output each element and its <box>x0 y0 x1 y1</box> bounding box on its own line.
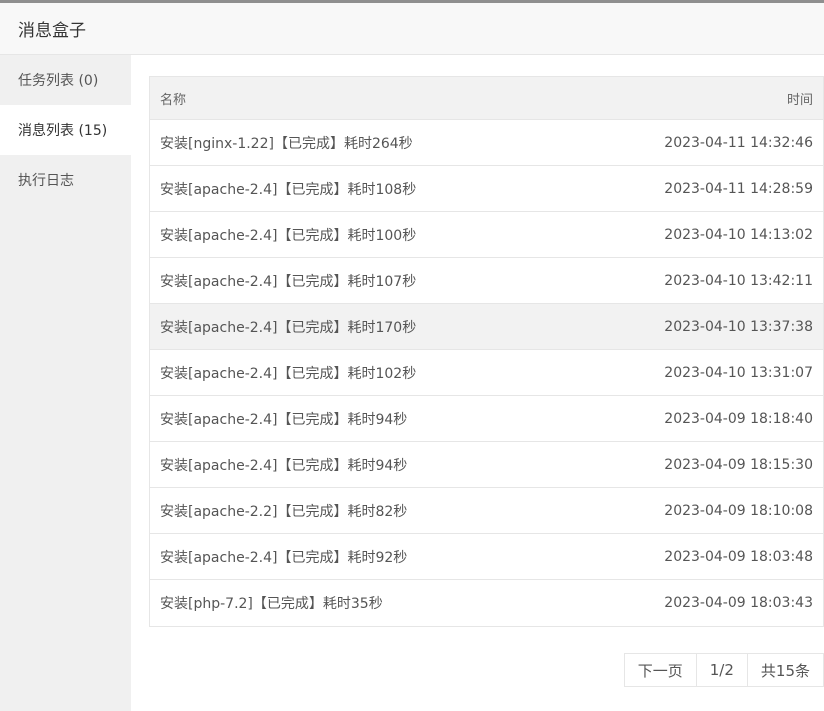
row-name: 安装[apache-2.4]【已完成】耗时170秒 <box>160 319 417 336</box>
column-header-time: 时间 <box>786 92 813 108</box>
row-time: 2023-04-09 18:18:40 <box>664 410 813 427</box>
table-row[interactable]: 安装[apache-2.4]【已完成】耗时102秒 2023-04-10 13:… <box>150 350 823 396</box>
sidebar-item-task-list[interactable]: 任务列表 (0) <box>0 55 131 105</box>
row-time: 2023-04-09 18:10:08 <box>664 502 813 519</box>
row-name: 安装[apache-2.4]【已完成】耗时92秒 <box>160 549 408 566</box>
row-time: 2023-04-09 18:15:30 <box>664 456 813 473</box>
main-panel: 名称 时间 安装[nginx-1.22]【已完成】耗时264秒 2023-04-… <box>131 55 824 711</box>
window-titlebar: 消息盒子 <box>0 3 824 55</box>
column-header-name: 名称 <box>160 92 187 108</box>
table-row[interactable]: 安装[apache-2.4]【已完成】耗时170秒 2023-04-10 13:… <box>150 304 823 350</box>
window-title: 消息盒子 <box>18 21 86 41</box>
row-time: 2023-04-11 14:32:46 <box>664 134 813 151</box>
row-name: 安装[apache-2.4]【已完成】耗时107秒 <box>160 273 417 290</box>
table-row[interactable]: 安装[apache-2.4]【已完成】耗时108秒 2023-04-11 14:… <box>150 166 823 212</box>
row-time: 2023-04-10 14:13:02 <box>664 226 813 243</box>
table-row[interactable]: 安装[apache-2.4]【已完成】耗时94秒 2023-04-09 18:1… <box>150 396 823 442</box>
page-indicator: 1/2 <box>697 654 748 686</box>
total-count: 共15条 <box>760 661 810 680</box>
table-row[interactable]: 安装[nginx-1.22]【已完成】耗时264秒 2023-04-11 14:… <box>150 120 823 166</box>
table-header: 名称 时间 <box>150 77 823 120</box>
row-time: 2023-04-11 14:28:59 <box>664 180 813 197</box>
sidebar-item-label: 执行日志 <box>18 173 74 189</box>
row-time: 2023-04-09 18:03:48 <box>664 548 813 565</box>
sidebar-item-message-list[interactable]: 消息列表 (15) <box>0 105 131 155</box>
sidebar-item-label: 消息列表 (15) <box>18 123 108 139</box>
message-table: 名称 时间 安装[nginx-1.22]【已完成】耗时264秒 2023-04-… <box>149 76 824 627</box>
table-row[interactable]: 安装[php-7.2]【已完成】耗时35秒 2023-04-09 18:03:4… <box>150 580 823 626</box>
table-row[interactable]: 安装[apache-2.4]【已完成】耗时92秒 2023-04-09 18:0… <box>150 534 823 580</box>
row-time: 2023-04-10 13:42:11 <box>664 272 813 289</box>
table-row[interactable]: 安装[apache-2.4]【已完成】耗时107秒 2023-04-10 13:… <box>150 258 823 304</box>
row-name: 安装[php-7.2]【已完成】耗时35秒 <box>160 596 383 612</box>
row-time: 2023-04-09 18:03:43 <box>664 595 813 611</box>
window-body: 任务列表 (0) 消息列表 (15) 执行日志 名称 时间 安装[nginx-1… <box>0 55 824 711</box>
row-name: 安装[apache-2.4]【已完成】耗时108秒 <box>160 181 417 198</box>
row-name: 安装[apache-2.4]【已完成】耗时102秒 <box>160 365 417 382</box>
sidebar-item-label: 任务列表 (0) <box>18 73 99 89</box>
next-page-button[interactable]: 下一页 <box>625 654 697 686</box>
message-box-window: 消息盒子 任务列表 (0) 消息列表 (15) 执行日志 名称 时间 安装[ng… <box>0 0 824 711</box>
row-time: 2023-04-10 13:31:07 <box>664 364 813 381</box>
row-name: 安装[apache-2.4]【已完成】耗时100秒 <box>160 227 417 244</box>
row-name: 安装[apache-2.2]【已完成】耗时82秒 <box>160 503 408 520</box>
table-row[interactable]: 安装[apache-2.2]【已完成】耗时82秒 2023-04-09 18:1… <box>150 488 823 534</box>
row-name: 安装[nginx-1.22]【已完成】耗时264秒 <box>160 135 413 152</box>
sidebar-item-execution-log[interactable]: 执行日志 <box>0 155 131 205</box>
table-row[interactable]: 安装[apache-2.4]【已完成】耗时100秒 2023-04-10 14:… <box>150 212 823 258</box>
pagination: 下一页 1/2 共15条 <box>623 653 824 687</box>
table-row[interactable]: 安装[apache-2.4]【已完成】耗时94秒 2023-04-09 18:1… <box>150 442 823 488</box>
row-name: 安装[apache-2.4]【已完成】耗时94秒 <box>160 411 408 428</box>
row-time: 2023-04-10 13:37:38 <box>664 318 813 335</box>
row-name: 安装[apache-2.4]【已完成】耗时94秒 <box>160 457 408 474</box>
sidebar: 任务列表 (0) 消息列表 (15) 执行日志 <box>0 55 131 711</box>
